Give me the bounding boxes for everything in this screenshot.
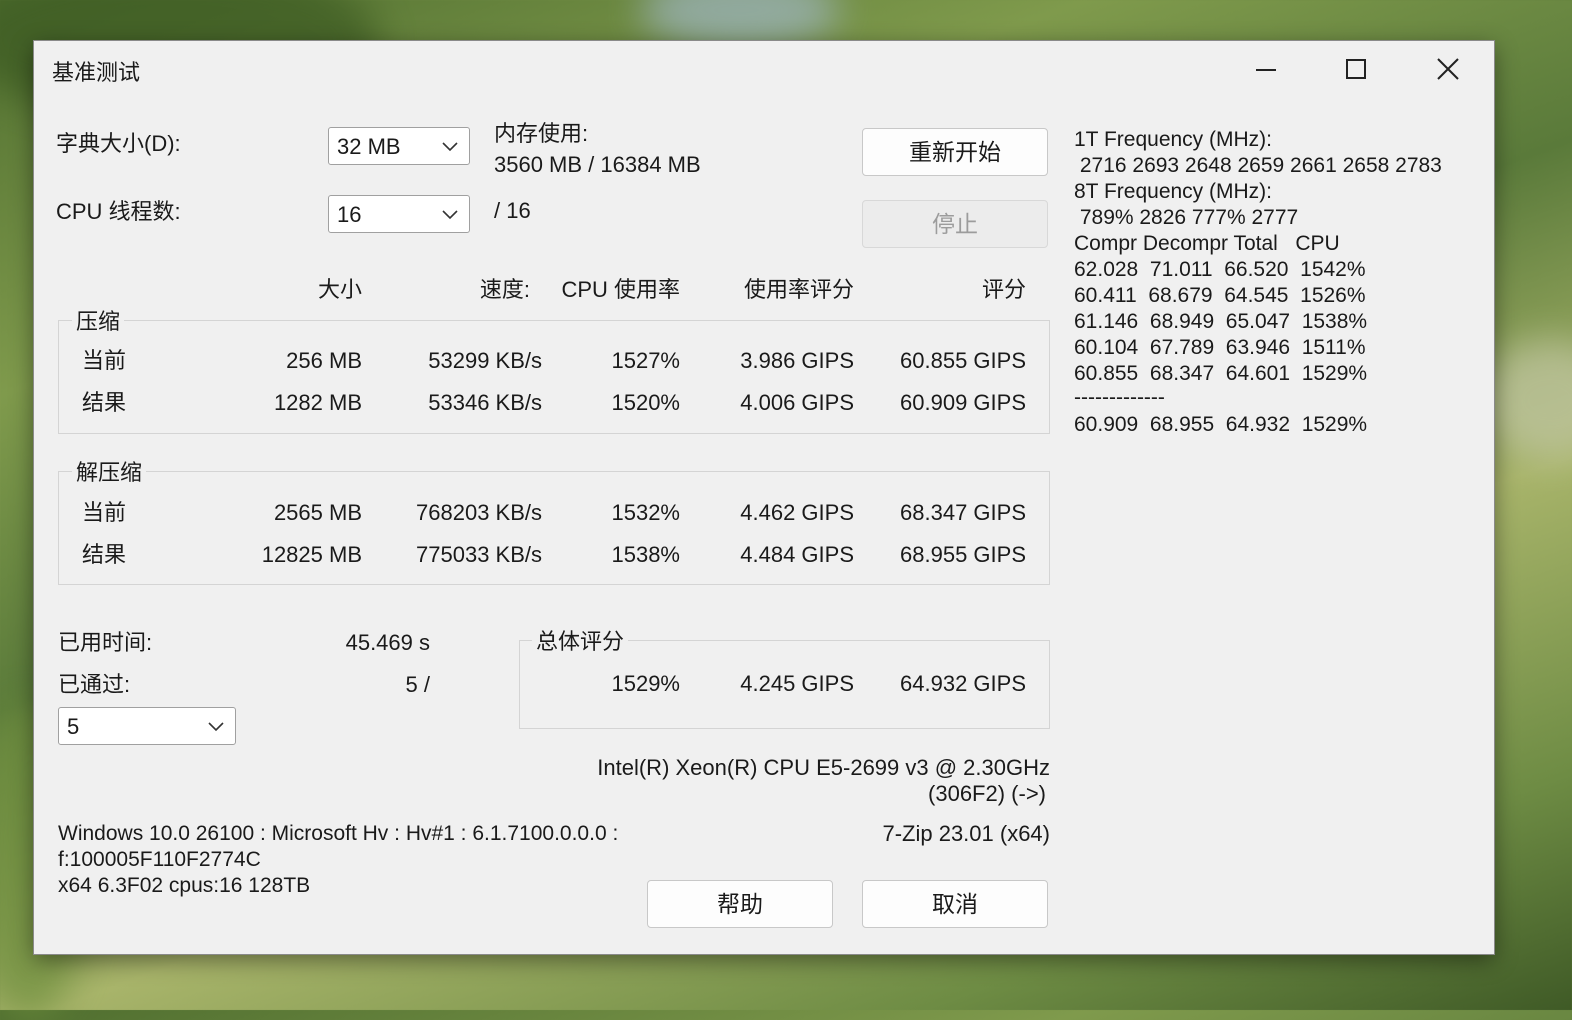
log-row: 60.104 67.789 63.946 1511% xyxy=(1074,336,1366,359)
passes-select[interactable]: 5 xyxy=(58,707,236,745)
chevron-down-icon xyxy=(442,142,458,152)
decompress-current-score: 68.347 GIPS xyxy=(900,500,1026,525)
os-info-line1: Windows 10.0 26100 : Microsoft Hv : Hv#1… xyxy=(58,822,619,845)
maximize-button[interactable] xyxy=(1310,41,1402,97)
decompress-current-speed: 768203 KB/s xyxy=(416,500,542,525)
compress-group-label: 压缩 xyxy=(72,309,125,335)
decompress-current-cpu: 1532% xyxy=(611,500,680,525)
total-rating: 4.245 GIPS xyxy=(740,671,854,696)
compress-current-label: 当前 xyxy=(82,348,127,373)
compress-result-label: 结果 xyxy=(82,390,127,415)
header-speed: 速度: xyxy=(479,277,530,302)
maximize-icon xyxy=(1346,59,1366,79)
compress-result-score: 60.909 GIPS xyxy=(900,390,1026,415)
compress-result-speed: 53346 KB/s xyxy=(428,390,542,415)
log-row: 60.411 68.679 64.545 1526% xyxy=(1074,284,1366,307)
threads-value: 16 xyxy=(337,202,362,227)
decompress-result-label: 结果 xyxy=(82,542,127,567)
passes-select-value: 5 xyxy=(67,714,80,739)
compress-result-size: 1282 MB xyxy=(273,390,362,415)
header-size: 大小 xyxy=(317,277,362,302)
os-info-line2: f:100005F110F2774C xyxy=(58,848,261,871)
log-row: 61.146 68.949 65.047 1538% xyxy=(1074,310,1368,333)
decompress-result-size: 12825 MB xyxy=(261,542,362,567)
total-rating-label: 总体评分 xyxy=(532,629,629,655)
compress-result-rating: 4.006 GIPS xyxy=(740,390,854,415)
freq-1t-label: 1T Frequency (MHz): xyxy=(1074,128,1272,151)
dict-size-select[interactable]: 32 MB xyxy=(328,127,470,165)
freq-8t-label: 8T Frequency (MHz): xyxy=(1074,180,1272,203)
compress-current-speed: 53299 KB/s xyxy=(428,348,542,373)
decompress-group-label: 解压缩 xyxy=(72,460,147,486)
compress-current-cpu: 1527% xyxy=(611,348,680,373)
title-bar[interactable]: 基准测试 xyxy=(34,41,1494,97)
chevron-down-icon xyxy=(208,722,224,732)
version-label: 7-Zip 23.01 (x64) xyxy=(882,821,1050,846)
header-cpu-usage: CPU 使用率 xyxy=(561,277,680,302)
total-cpu: 1529% xyxy=(611,671,680,696)
elapsed-label: 已用时间: xyxy=(58,630,153,655)
cpu-model: Intel(R) Xeon(R) CPU E5-2699 v3 @ 2.30GH… xyxy=(597,755,1050,780)
log-total: 60.909 68.955 64.932 1529% xyxy=(1074,413,1368,436)
memory-value: 3560 MB / 16384 MB xyxy=(494,152,701,177)
freq-1t-values: 2716 2693 2648 2659 2661 2658 2783 xyxy=(1074,154,1442,177)
decompress-result-speed: 775033 KB/s xyxy=(416,542,542,567)
close-button[interactable] xyxy=(1402,41,1494,97)
threads-label: CPU 线程数: xyxy=(56,199,181,224)
window-title: 基准测试 xyxy=(52,60,141,85)
compress-current-rating: 3.986 GIPS xyxy=(740,348,854,373)
cancel-button[interactable]: 取消 xyxy=(862,880,1048,928)
benchmark-window: 基准测试 字典大小(D): 32 MB CPU 线程数: 16 / 16 内存使… xyxy=(34,41,1494,954)
log-row: 62.028 71.011 66.520 1542% xyxy=(1074,258,1366,281)
freq-8t-values: 789% 2826 777% 2777 xyxy=(1074,206,1299,229)
decompress-current-size: 2565 MB xyxy=(273,500,362,525)
dict-size-label: 字典大小(D): xyxy=(56,131,181,156)
help-button[interactable]: 帮助 xyxy=(647,880,833,928)
minimize-icon xyxy=(1256,69,1276,71)
os-info-line3: x64 6.3F02 cpus:16 128TB xyxy=(58,874,311,897)
header-rating: 评分 xyxy=(981,277,1026,302)
decompress-current-rating: 4.462 GIPS xyxy=(740,500,854,525)
log-header: Compr Decompr Total CPU xyxy=(1074,232,1340,255)
restart-button[interactable]: 重新开始 xyxy=(862,128,1048,176)
compress-current-score: 60.855 GIPS xyxy=(900,348,1026,373)
log-separator: ------------- xyxy=(1074,386,1165,409)
log-row: 60.855 68.347 64.601 1529% xyxy=(1074,362,1368,385)
minimize-button[interactable] xyxy=(1220,41,1312,97)
close-icon xyxy=(1437,58,1459,80)
dict-size-value: 32 MB xyxy=(337,134,401,159)
header-usage-rating: 使用率评分 xyxy=(743,277,854,302)
chevron-down-icon xyxy=(442,210,458,220)
threads-select[interactable]: 16 xyxy=(328,195,470,233)
compress-current-size: 256 MB xyxy=(286,348,362,373)
decompress-current-label: 当前 xyxy=(82,500,127,525)
decompress-result-score: 68.955 GIPS xyxy=(900,542,1026,567)
total-score: 64.932 GIPS xyxy=(900,671,1026,696)
decompress-result-rating: 4.484 GIPS xyxy=(740,542,854,567)
decompress-result-cpu: 1538% xyxy=(611,542,680,567)
elapsed-value: 45.469 s xyxy=(345,630,430,655)
compress-result-cpu: 1520% xyxy=(611,390,680,415)
threads-total: / 16 xyxy=(494,198,531,223)
compress-group xyxy=(58,320,1050,434)
passed-label: 已通过: xyxy=(58,672,131,697)
stop-button[interactable]: 停止 xyxy=(862,200,1048,248)
passed-value: 5 / xyxy=(405,672,430,697)
memory-label: 内存使用: xyxy=(494,121,589,146)
cpu-id: (306F2) (->) xyxy=(928,781,1046,806)
